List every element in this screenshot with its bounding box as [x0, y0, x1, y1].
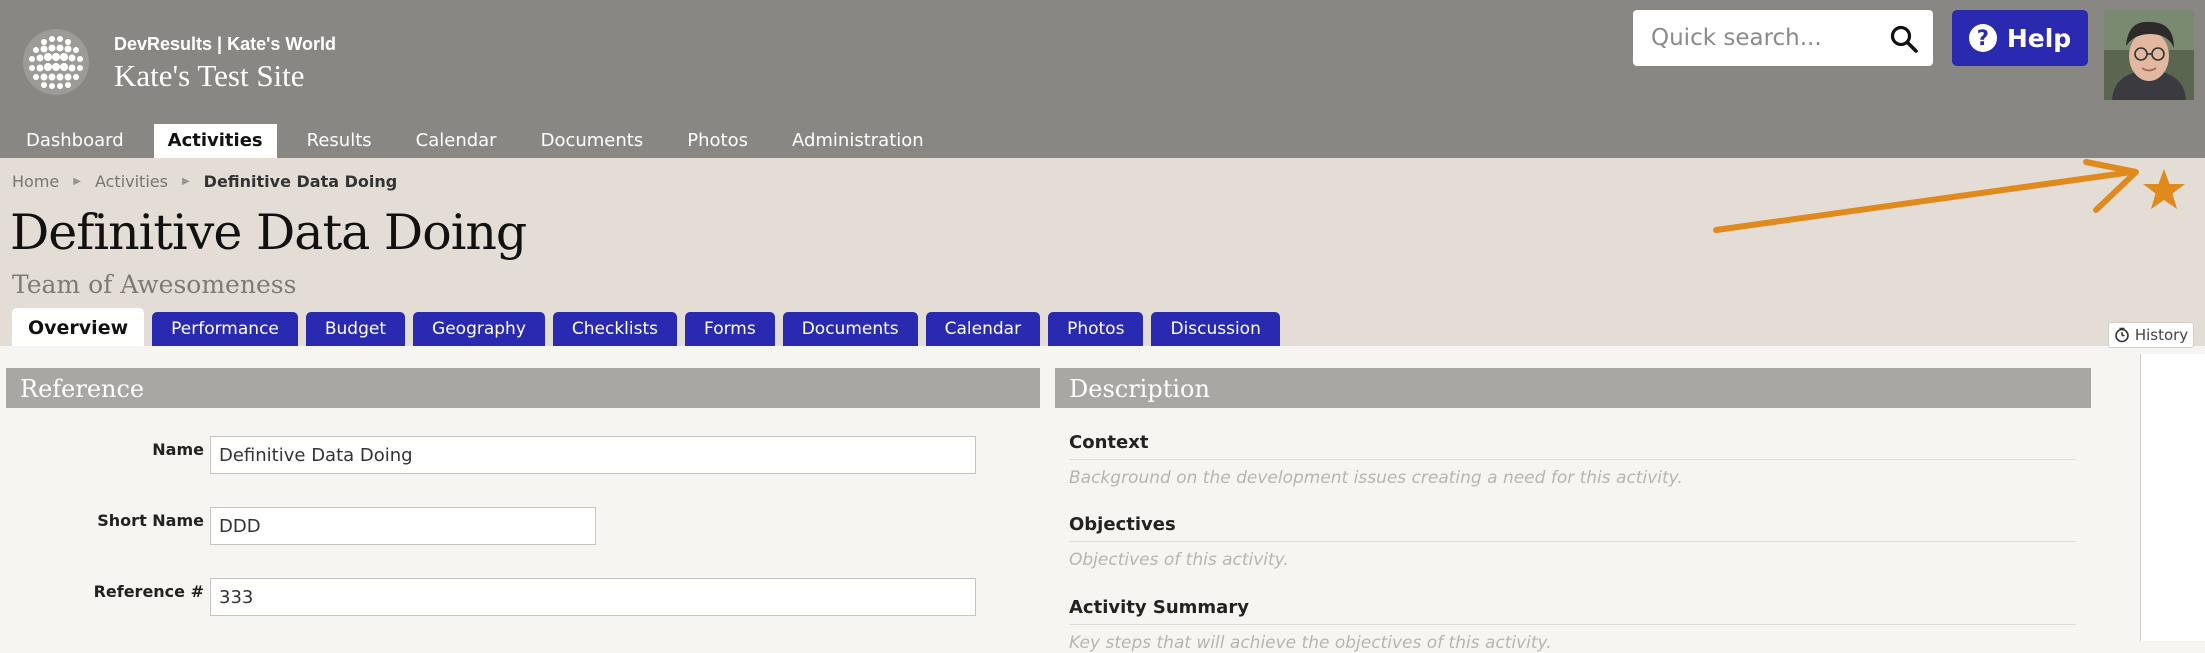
help-label: Help: [2006, 23, 2072, 53]
main-nav: Dashboard Activities Results Calendar Do…: [12, 124, 954, 158]
nav-calendar[interactable]: Calendar: [402, 124, 511, 158]
tab-overview[interactable]: Overview: [12, 308, 145, 346]
tab-performance[interactable]: Performance: [152, 312, 298, 346]
nav-photos[interactable]: Photos: [673, 124, 762, 158]
reference-number-row: Reference #: [6, 578, 1040, 618]
site-header: DevResults | Kate's World Kate's Test Si…: [0, 0, 2205, 158]
breadcrumb-separator-icon: ▶: [181, 176, 190, 187]
tab-budget[interactable]: Budget: [305, 312, 406, 346]
reference-heading: Reference: [6, 368, 1040, 408]
context-heading: Context: [1069, 432, 2076, 460]
question-circle-icon: ?: [1968, 24, 1997, 52]
tab-documents[interactable]: Documents: [782, 312, 918, 346]
name-row: Name: [6, 436, 1040, 476]
breadcrumb-activities[interactable]: Activities: [95, 172, 168, 191]
breadcrumb-separator-icon: ▶: [73, 176, 81, 187]
nav-administration[interactable]: Administration: [778, 124, 938, 158]
tab-geography[interactable]: Geography: [413, 312, 545, 346]
short-name-field[interactable]: [210, 507, 596, 545]
tab-discussion[interactable]: Discussion: [1151, 312, 1280, 346]
nav-results[interactable]: Results: [293, 124, 386, 158]
nav-documents[interactable]: Documents: [527, 124, 658, 158]
nav-activities[interactable]: Activities: [153, 124, 277, 158]
objectives-placeholder: Objectives of this activity.: [1069, 550, 1289, 570]
reference-number-label: Reference #: [93, 582, 204, 601]
history-button[interactable]: History: [2108, 322, 2194, 348]
history-label: History: [2134, 326, 2189, 344]
context-section[interactable]: Context Background on the development is…: [1069, 432, 2076, 488]
context-placeholder: Background on the development issues cre…: [1069, 468, 1683, 488]
tab-checklists[interactable]: Checklists: [552, 312, 678, 346]
tab-calendar[interactable]: Calendar: [925, 312, 1041, 346]
breadcrumb: Home ▶ Activities ▶ Definitive Data Doin…: [12, 172, 397, 191]
dot-globe-icon[interactable]: [22, 28, 90, 96]
help-button[interactable]: ? Help: [1952, 10, 2088, 66]
description-panel: Description Context Background on the de…: [1055, 368, 2091, 653]
annotation-arrow-icon: [1713, 159, 2139, 233]
short-name-label: Short Name: [97, 511, 204, 530]
breadcrumb-home[interactable]: Home: [12, 172, 59, 191]
avatar[interactable]: [2104, 10, 2194, 100]
reference-panel: Reference Name Short Name Reference #: [6, 368, 1040, 641]
search-icon[interactable]: [1889, 24, 1919, 54]
tab-forms[interactable]: Forms: [685, 312, 775, 346]
site-name[interactable]: Kate's Test Site: [114, 58, 305, 94]
nav-dashboard[interactable]: Dashboard: [12, 124, 138, 158]
name-label: Name: [152, 440, 204, 459]
name-field[interactable]: [210, 436, 976, 474]
page-title: Definitive Data Doing: [10, 204, 527, 261]
objectives-heading: Objectives: [1069, 514, 2076, 542]
short-name-row: Short Name: [6, 507, 1040, 547]
star-icon[interactable]: [2140, 166, 2188, 214]
org-name: DevResults | Kate's World: [114, 34, 337, 54]
side-panel: [2140, 354, 2205, 641]
quick-search: [1633, 10, 1933, 66]
activity-tabs: Overview Performance Budget Geography Ch…: [12, 308, 1288, 346]
activity-summary-section[interactable]: Activity Summary Key steps that will ach…: [1069, 597, 2076, 653]
search-input[interactable]: [1651, 19, 1871, 57]
reference-number-field[interactable]: [210, 578, 976, 616]
description-heading: Description: [1055, 368, 2091, 408]
breadcrumb-current: Definitive Data Doing: [203, 172, 398, 191]
objectives-section[interactable]: Objectives Objectives of this activity.: [1069, 514, 2076, 570]
page-subtitle: Team of Awesomeness: [12, 270, 297, 299]
page-head: Home ▶ Activities ▶ Definitive Data Doin…: [0, 158, 2205, 346]
activity-summary-heading: Activity Summary: [1069, 597, 2076, 625]
activity-summary-placeholder: Key steps that will achieve the objectiv…: [1069, 633, 1552, 653]
history-clock-icon: [2115, 327, 2129, 343]
tab-photos[interactable]: Photos: [1048, 312, 1144, 346]
